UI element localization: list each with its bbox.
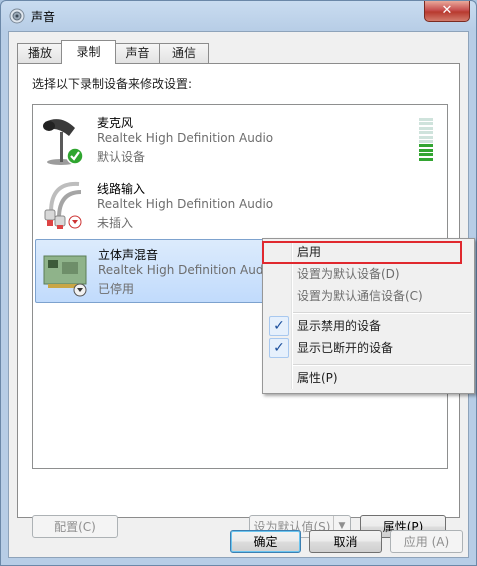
annotation-highlight-box (262, 241, 462, 264)
level-bar (419, 148, 433, 152)
menu-item-label: 属性(P) (297, 371, 338, 385)
device-status: 已停用 (98, 282, 135, 296)
device-microphone[interactable]: 麦克风 Realtek High Definition Audio 默认设备 (35, 108, 443, 168)
tab-communications[interactable]: 通信 (159, 43, 209, 63)
menu-item-properties[interactable]: 属性(P) (265, 367, 470, 389)
tab-playback[interactable]: 播放 (17, 43, 63, 63)
window-title: 声音 (31, 10, 56, 24)
device-driver: Realtek High Definition Audio (97, 197, 274, 211)
instruction-text: 选择以下录制设备来修改设置: (32, 77, 193, 91)
configure-button[interactable]: 配置(C) (32, 515, 118, 538)
ok-button[interactable]: 确定 (230, 530, 301, 553)
menu-item-show-disconnected-devices[interactable]: ✓ 显示已断开的设备 (265, 337, 470, 359)
close-icon: ✕ (441, 3, 453, 18)
level-bar (419, 144, 433, 148)
level-bar (419, 131, 433, 135)
level-bar (419, 118, 433, 121)
menu-item-label: 设置为默认通信设备(C) (297, 289, 423, 303)
cancel-button[interactable]: 取消 (309, 530, 382, 553)
close-button[interactable]: ✕ (424, 1, 470, 22)
menu-item-show-disabled-devices[interactable]: ✓ 显示禁用的设备 (265, 315, 470, 337)
menu-item-label: 显示已断开的设备 (297, 341, 394, 355)
device-status: 默认设备 (97, 150, 146, 164)
device-name: 麦克风 (97, 116, 134, 130)
menu-separator (293, 312, 471, 314)
level-bar (419, 140, 433, 143)
menu-item-label: 设置为默认设备(D) (297, 267, 400, 281)
microphone-icon (43, 119, 84, 165)
device-name: 立体声混音 (98, 248, 159, 262)
device-line-in[interactable]: 线路输入 Realtek High Definition Audio 未插入 (35, 174, 443, 234)
level-meter (419, 118, 433, 162)
apply-button[interactable]: 应用 (A) (390, 530, 463, 553)
device-status: 未插入 (97, 216, 134, 230)
title-bar[interactable]: 声音 ✕ (1, 1, 476, 31)
device-driver: Realtek High Definition Audio (98, 263, 275, 277)
level-bar (419, 122, 433, 126)
checkmark-icon: ✓ (269, 316, 289, 336)
device-driver: Realtek High Definition Audio (97, 131, 274, 145)
level-bar (419, 135, 433, 139)
menu-item-set-default-device[interactable]: 设置为默认设备(D) (265, 263, 470, 285)
tab-recording[interactable]: 录制 (61, 40, 116, 64)
level-bar (419, 126, 433, 130)
checkmark-icon: ✓ (269, 338, 289, 358)
menu-item-set-default-comm-device[interactable]: 设置为默认通信设备(C) (265, 285, 470, 307)
level-bar (419, 153, 433, 157)
menu-separator (293, 364, 471, 366)
level-bar (419, 157, 433, 161)
speaker-icon (9, 8, 25, 24)
menu-item-label: 显示禁用的设备 (297, 319, 382, 333)
sound-card-icon (43, 255, 87, 297)
device-name: 线路输入 (97, 182, 146, 196)
line-in-cable-icon (44, 181, 82, 229)
tab-sounds[interactable]: 声音 (114, 43, 161, 63)
